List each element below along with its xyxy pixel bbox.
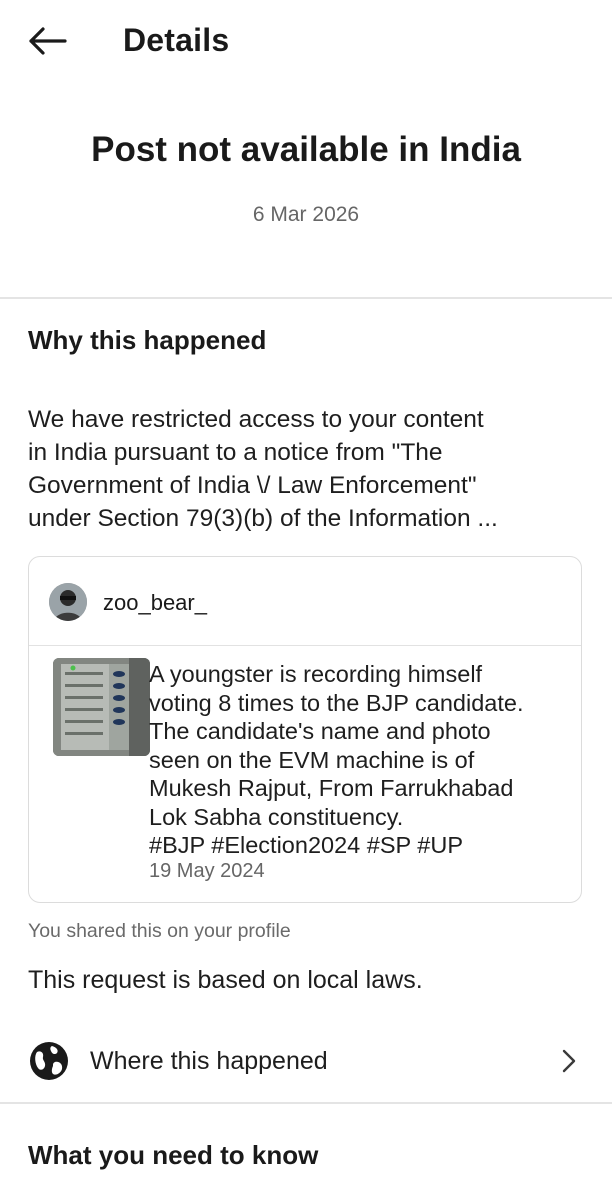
post-text-line: #BJP #Election2024 #SP #UP — [149, 832, 463, 858]
why-body-line: in India pursuant to a notice from "The — [28, 439, 443, 466]
chevron-right-icon — [562, 1049, 576, 1073]
local-laws-text: This request is based on local laws. — [28, 966, 423, 994]
why-body-line: Government of India \/ Law Enforcement" — [28, 472, 477, 499]
post-text-line: Mukesh Rajput, From Farrukhabad — [149, 775, 514, 801]
post-thumbnail[interactable] — [53, 658, 150, 756]
avatar[interactable] — [49, 583, 87, 621]
post-text-line: voting 8 times to the BJP candidate. — [149, 689, 524, 716]
why-body-line: We have restricted access to your conten… — [28, 406, 484, 433]
shared-note: You shared this on your profile — [28, 920, 291, 942]
notice-date: 6 Mar 2026 — [252, 203, 360, 226]
need-to-know-heading: What you need to know — [28, 1140, 319, 1170]
where-label: Where this happened — [90, 1047, 328, 1075]
post-text-line: Lok Sabha constituency. — [149, 803, 404, 830]
back-button[interactable] — [22, 18, 72, 64]
why-body: We have restricted access to your conten… — [28, 403, 588, 535]
top-bar: Details — [0, 0, 612, 84]
post-date: 19 May 2024 — [149, 860, 265, 882]
post-username[interactable]: zoo_bear_ — [103, 590, 207, 616]
page-title: Details — [123, 22, 230, 58]
divider — [0, 1102, 612, 1104]
why-body-line: under Section 79(3)(b) of the Informatio… — [28, 505, 498, 532]
globe-icon — [30, 1042, 68, 1080]
post-text-line: The candidate's name and photo — [149, 718, 491, 744]
post-card-header: zoo_bear_ — [29, 557, 581, 646]
where-this-happened-row[interactable]: Where this happened — [0, 1020, 612, 1102]
divider — [0, 297, 612, 299]
notice-headline: Post not available in India — [91, 130, 521, 169]
post-card[interactable]: zoo_bear_ A youngster is recording himse… — [28, 556, 582, 903]
post-text-line: seen on the EVM machine is of — [149, 746, 475, 773]
post-text: A youngster is recording himself voting … — [149, 660, 574, 860]
post-text-line: A youngster is recording himself — [149, 661, 483, 687]
arrow-left-icon — [29, 27, 67, 55]
why-heading: Why this happened — [28, 325, 267, 355]
